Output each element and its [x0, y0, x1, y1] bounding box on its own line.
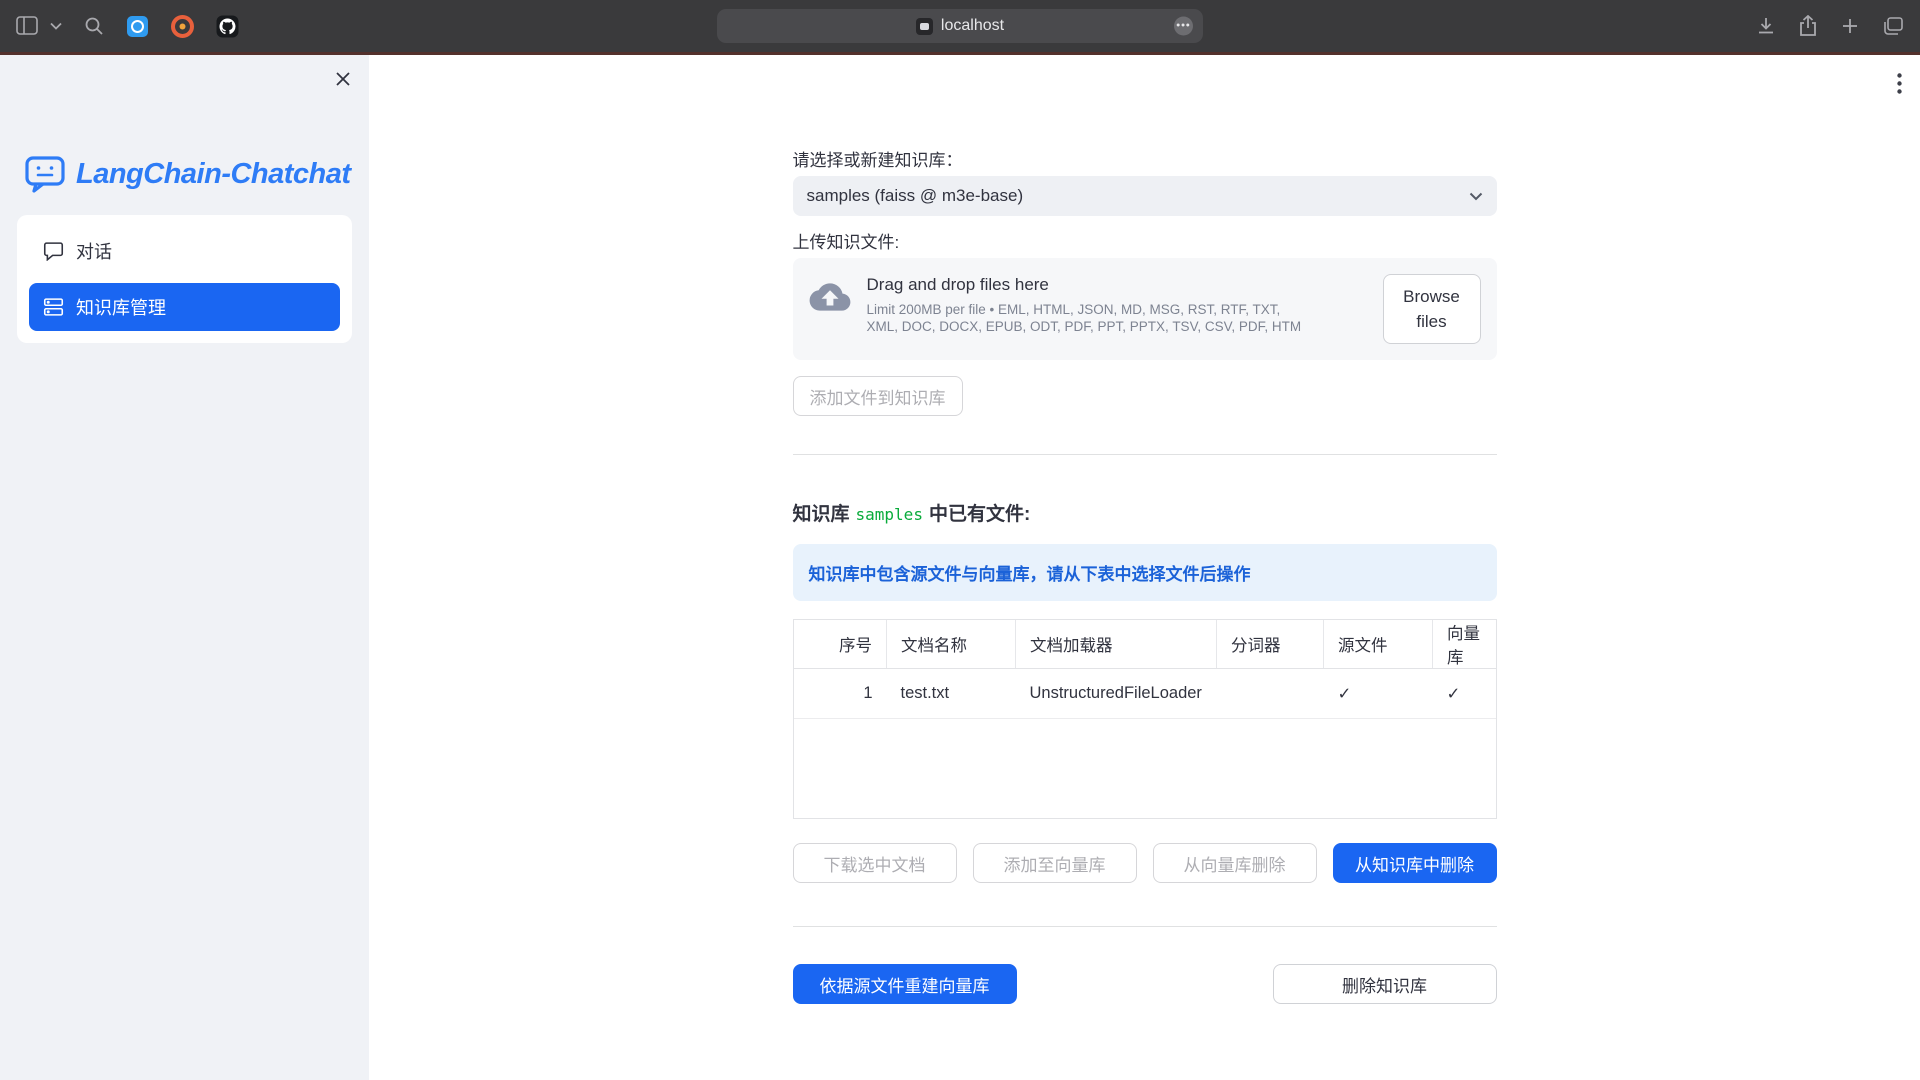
sidebar-close-button[interactable] [333, 69, 353, 89]
delete-kb-button[interactable]: 删除知识库 [1273, 964, 1497, 1004]
row-actions: 下载选中文档 添加至向量库 从向量库删除 从知识库中删除 [793, 843, 1497, 883]
col-header-vector: 向量库 [1433, 620, 1497, 669]
knowledge-base-icon [43, 297, 64, 317]
search-icon[interactable] [84, 16, 104, 36]
table-header-row: 序号 文档名称 文档加载器 分词器 源文件 向量库 [794, 620, 1497, 669]
uploader-texts: Drag and drop files here Limit 200MB per… [867, 274, 1307, 335]
delete-from-vector-button[interactable]: 从向量库删除 [1153, 843, 1317, 883]
downloads-icon[interactable] [1756, 16, 1776, 36]
kb-select-label: 请选择或新建知识库： [793, 150, 1497, 172]
url-text: localhost [941, 17, 1004, 35]
app-logo: LangChain-Chatchat [24, 155, 369, 193]
kb-heading-prefix: 知识库 [793, 499, 850, 526]
chevron-down-icon[interactable] [50, 22, 62, 30]
add-files-button[interactable]: 添加文件到知识库 [793, 376, 963, 416]
uploader-drag-text: Drag and drop files here [867, 274, 1307, 296]
logo-chat-bubble-icon [24, 155, 66, 193]
extensions-icon[interactable]: ••• [1174, 17, 1193, 36]
cell-index: 1 [794, 669, 887, 719]
browse-files-button[interactable]: Browse files [1383, 274, 1481, 344]
sidebar: LangChain-Chatchat 对话 知识库管理 [0, 55, 369, 1080]
orange-app-icon[interactable] [171, 15, 194, 38]
page-content: 请选择或新建知识库： samples (faiss @ m3e-base) 上传… [793, 55, 1497, 1004]
chat-bubble-icon [43, 241, 64, 261]
kb-select-value: samples (faiss @ m3e-base) [807, 186, 1024, 206]
file-uploader-dropzone[interactable]: Drag and drop files here Limit 200MB per… [793, 258, 1497, 360]
col-header-splitter: 分词器 [1217, 620, 1324, 669]
blue-app-icon[interactable] [126, 15, 149, 38]
upload-label: 上传知识文件: [793, 232, 1497, 254]
col-header-source: 源文件 [1324, 620, 1433, 669]
new-tab-icon[interactable] [1840, 16, 1860, 36]
sidebar-toggle-icon[interactable] [16, 16, 40, 36]
sidebar-item-label: 知识库管理 [76, 294, 166, 320]
cell-splitter [1217, 669, 1324, 719]
cell-vector-check: ✓ [1433, 669, 1497, 719]
cell-source-check: ✓ [1324, 669, 1433, 719]
kb-heading-code: samples [856, 505, 923, 524]
kb-actions: 依据源文件重建向量库 删除知识库 [793, 964, 1497, 1004]
download-selected-button[interactable]: 下载选中文档 [793, 843, 957, 883]
info-alert: 知识库中包含源文件与向量库，请从下表中选择文件后操作 [793, 544, 1497, 601]
divider [793, 454, 1497, 455]
main-area: 请选择或新建知识库： samples (faiss @ m3e-base) 上传… [369, 55, 1920, 1080]
info-alert-text: 知识库中包含源文件与向量库，请从下表中选择文件后操作 [809, 565, 1251, 584]
site-favicon [916, 18, 933, 35]
address-bar[interactable]: localhost ••• [717, 9, 1203, 43]
sidebar-item-kb-management[interactable]: 知识库管理 [29, 283, 340, 331]
delete-from-kb-button[interactable]: 从知识库中删除 [1333, 843, 1497, 883]
cell-loader: UnstructuredFileLoader [1016, 669, 1217, 719]
divider [793, 926, 1497, 927]
chevron-down-icon [1469, 192, 1483, 201]
main-menu-icon[interactable] [1897, 73, 1902, 99]
browser-toolbar: localhost ••• [0, 0, 1920, 52]
github-icon[interactable] [216, 15, 239, 38]
table-row[interactable]: 1 test.txt UnstructuredFileLoader ✓ ✓ [794, 669, 1497, 719]
sidebar-item-chat[interactable]: 对话 [29, 227, 340, 275]
col-header-index: 序号 [794, 620, 887, 669]
col-header-loader: 文档加载器 [1016, 620, 1217, 669]
uploader-limit-text: Limit 200MB per file • EML, HTML, JSON, … [867, 301, 1307, 335]
cloud-upload-icon [809, 280, 851, 314]
share-icon[interactable] [1798, 15, 1818, 37]
tab-overview-icon[interactable] [1882, 16, 1904, 36]
col-header-name: 文档名称 [887, 620, 1016, 669]
files-table[interactable]: 序号 文档名称 文档加载器 分词器 源文件 向量库 1 test.txt Uns [793, 619, 1497, 819]
add-to-vector-button[interactable]: 添加至向量库 [973, 843, 1137, 883]
rebuild-vector-store-button[interactable]: 依据源文件重建向量库 [793, 964, 1017, 1004]
cell-name: test.txt [887, 669, 1016, 719]
kb-files-heading: 知识库 samples 中已有文件: [793, 499, 1497, 526]
kb-select[interactable]: samples (faiss @ m3e-base) [793, 176, 1497, 216]
sidebar-item-label: 对话 [76, 238, 112, 264]
kb-heading-suffix: 中已有文件: [929, 499, 1030, 526]
sidebar-nav: 对话 知识库管理 [17, 215, 352, 343]
logo-text: LangChain-Chatchat [76, 158, 351, 191]
